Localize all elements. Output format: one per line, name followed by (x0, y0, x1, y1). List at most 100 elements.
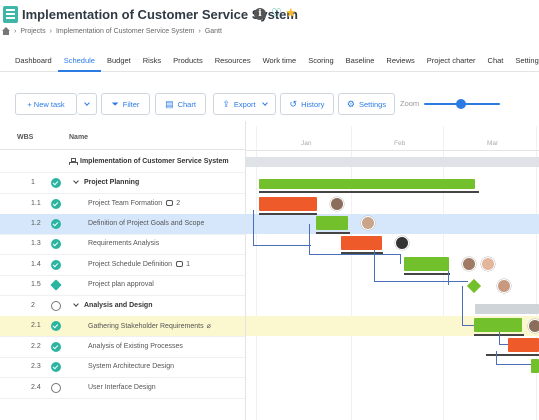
heart-icon[interactable]: ♡ (271, 6, 282, 20)
status-done-icon[interactable] (51, 260, 61, 270)
chevron-down-icon (83, 99, 90, 106)
status-done-icon[interactable] (51, 219, 61, 229)
table-row-selected[interactable]: 1.2 Definition of Project Goals and Scop… (0, 214, 245, 235)
tab-baseline[interactable]: Baseline (340, 50, 381, 72)
tab-schedule[interactable]: Schedule (57, 50, 101, 72)
status-done-icon[interactable] (51, 362, 61, 372)
summary-bar-project-planning[interactable] (259, 179, 475, 189)
task-name: Project Team Formation (88, 200, 163, 207)
summary-bar-analysis-design[interactable] (475, 304, 539, 314)
status-done-icon[interactable] (51, 199, 61, 209)
month-label-mar: Mar (487, 140, 499, 147)
dependency-line (462, 286, 463, 326)
task-name: Gathering Stakeholder Requirements (88, 323, 204, 330)
dependency-line (448, 271, 449, 285)
avatar[interactable] (361, 216, 375, 230)
chart-button[interactable]: ▤ Chart (155, 93, 206, 115)
baseline-bar (259, 191, 479, 193)
table-row[interactable]: 1.1 Project Team Formation 2 (0, 194, 245, 215)
dependency-line (374, 250, 375, 282)
dependency-line (496, 351, 497, 365)
wbs-cell: 1 (31, 179, 35, 186)
task-name: Project Schedule Definition (88, 261, 173, 268)
task-bar-2-3[interactable] (531, 359, 539, 373)
status-open-icon[interactable] (51, 383, 61, 393)
status-done-icon[interactable] (51, 178, 61, 188)
task-bar-2-1[interactable] (474, 318, 522, 332)
tab-scoring[interactable]: Scoring (302, 50, 339, 72)
dependency-line (496, 364, 531, 365)
tab-work-time[interactable]: Work time (257, 50, 303, 72)
tab-resources[interactable]: Resources (209, 50, 257, 72)
export-button[interactable]: ⇪ Export (213, 93, 276, 115)
task-bar-2-2[interactable] (508, 338, 539, 352)
chevron-down-icon[interactable] (73, 178, 79, 184)
project-list-icon[interactable] (3, 6, 18, 23)
avatar[interactable] (481, 257, 495, 271)
app-header: Implementation of Customer Service Syste… (0, 0, 539, 42)
project-nav: Dashboard Schedule Budget Risks Products… (0, 50, 539, 72)
avatar[interactable] (462, 257, 476, 271)
chevron-down-icon[interactable] (73, 301, 79, 307)
zoom-slider-thumb[interactable] (456, 99, 466, 109)
milestone-marker[interactable] (466, 278, 482, 294)
table-row-highlighted[interactable]: 2.1 Gathering Stakeholder Requirements ⌀ (0, 316, 245, 337)
breadcrumb-project[interactable]: Implementation of Customer Service Syste… (56, 28, 195, 35)
task-bar-1-1[interactable] (259, 197, 317, 211)
new-task-dropdown-button[interactable] (77, 93, 97, 115)
avatar[interactable] (528, 319, 539, 333)
task-bar-1-2[interactable] (316, 216, 348, 230)
task-name: Project Planning (84, 179, 140, 186)
history-button[interactable]: ↺ History (280, 93, 334, 115)
tab-reviews[interactable]: Reviews (380, 50, 420, 72)
comment-icon[interactable] (166, 200, 174, 206)
export-icon: ⇪ (222, 98, 230, 109)
table-row[interactable]: 1.3 Requirements Analysis (0, 234, 245, 255)
table-row[interactable]: 1 Project Planning (0, 173, 245, 194)
tab-risks[interactable]: Risks (137, 50, 167, 72)
avatar[interactable] (330, 197, 344, 211)
table-row[interactable]: 2.2 Analysis of Existing Processes (0, 337, 245, 358)
task-name-cell: Project Schedule Definition 1 (88, 261, 190, 268)
table-row[interactable]: 1.5 Project plan approval (0, 275, 245, 296)
task-name: Requirements Analysis (88, 240, 160, 247)
attachment-icon[interactable]: ⌀ (207, 323, 211, 330)
comment-icon[interactable] (176, 261, 184, 267)
tab-budget[interactable]: Budget (101, 50, 137, 72)
baseline-bar (486, 354, 539, 356)
table-row-root[interactable]: Implementation of Customer Service Syste… (0, 152, 245, 173)
task-bar-1-3[interactable] (341, 236, 382, 250)
status-done-icon[interactable] (51, 239, 61, 249)
status-open-icon[interactable] (51, 301, 61, 311)
status-done-icon[interactable] (51, 321, 61, 331)
tab-products[interactable]: Products (167, 50, 209, 72)
filter-button[interactable]: ⏷ Filter (101, 93, 150, 115)
task-bar-1-4[interactable] (404, 257, 449, 271)
task-name-cell: Project Team Formation 2 (88, 200, 180, 207)
tab-settings[interactable]: Settings (509, 50, 539, 72)
root-summary-bar[interactable] (246, 157, 539, 167)
tab-project-charter[interactable]: Project charter (421, 50, 482, 72)
home-icon[interactable] (2, 27, 10, 35)
table-row[interactable]: 1.4 Project Schedule Definition 1 (0, 255, 245, 276)
column-header-name[interactable]: Name (69, 134, 88, 141)
tab-dashboard[interactable]: Dashboard (0, 50, 58, 72)
gantt-chart[interactable]: Jan Feb Mar (246, 126, 539, 420)
info-icon[interactable]: i (254, 8, 266, 20)
wbs-cell: 2.1 (31, 322, 41, 329)
milestone-icon[interactable] (50, 279, 62, 291)
table-row[interactable]: 2.3 System Architecture Design (0, 357, 245, 378)
gear-icon: ⚙ (346, 98, 355, 109)
avatar[interactable] (395, 236, 409, 250)
status-done-icon[interactable] (51, 342, 61, 352)
avatar[interactable] (497, 279, 511, 293)
star-icon[interactable]: ★ (285, 5, 297, 21)
table-row[interactable]: 2 Analysis and Design (0, 296, 245, 317)
breadcrumb-projects[interactable]: Projects (20, 28, 45, 35)
table-row[interactable]: 2.4 User Interface Design (0, 378, 245, 399)
settings-button[interactable]: ⚙ Settings (338, 93, 395, 115)
gantt-header-divider (246, 150, 539, 151)
column-header-wbs[interactable]: WBS (17, 134, 33, 141)
tab-chat[interactable]: Chat (482, 50, 510, 72)
new-task-button[interactable]: + New task (15, 93, 77, 115)
